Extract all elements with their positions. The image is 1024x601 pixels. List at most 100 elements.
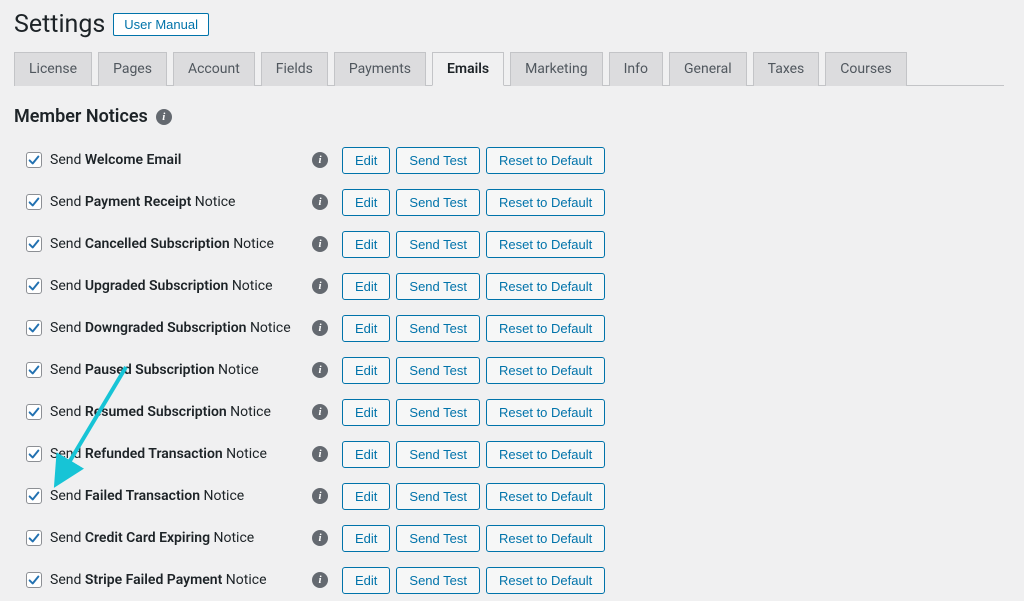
reset-button[interactable]: Reset to Default — [486, 147, 605, 174]
send-test-button[interactable]: Send Test — [396, 189, 480, 216]
notice-buttons: EditSend TestReset to Default — [342, 441, 605, 468]
notice-row: Send Failed Transaction Noticei EditSend … — [26, 475, 1004, 517]
edit-button[interactable]: Edit — [342, 231, 390, 258]
notice-row: Send Credit Card Expiring NoticeiEditSen… — [26, 517, 1004, 559]
edit-button[interactable]: Edit — [342, 525, 390, 552]
page-title: Settings — [14, 10, 105, 39]
tab-general[interactable]: General — [669, 52, 747, 86]
tab-emails[interactable]: Emails — [432, 52, 504, 86]
send-test-button[interactable]: Send Test — [396, 483, 480, 510]
tab-marketing[interactable]: Marketing — [510, 52, 603, 86]
tab-pages[interactable]: Pages — [98, 52, 167, 86]
reset-button[interactable]: Reset to Default — [486, 399, 605, 426]
send-test-button[interactable]: Send Test — [396, 231, 480, 258]
send-test-button[interactable]: Send Test — [396, 147, 480, 174]
notice-checkbox[interactable] — [26, 278, 42, 294]
info-icon[interactable]: i — [312, 530, 328, 546]
edit-button[interactable]: Edit — [342, 273, 390, 300]
tab-license[interactable]: License — [14, 52, 92, 86]
send-test-button[interactable]: Send Test — [396, 357, 480, 384]
info-icon[interactable]: i — [312, 488, 328, 504]
edit-button[interactable]: Edit — [342, 357, 390, 384]
notice-buttons: EditSend TestReset to Default — [342, 525, 605, 552]
notice-buttons: EditSend TestReset to Default — [342, 147, 605, 174]
notice-label: Send Resumed Subscription Notice — [50, 404, 312, 420]
notice-row: Send Welcome Emaili EditSend TestReset to… — [26, 139, 1004, 181]
notice-checkbox[interactable] — [26, 530, 42, 546]
tab-payments[interactable]: Payments — [334, 52, 426, 86]
reset-button[interactable]: Reset to Default — [486, 231, 605, 258]
send-test-button[interactable]: Send Test — [396, 567, 480, 594]
edit-button[interactable]: Edit — [342, 567, 390, 594]
edit-button[interactable]: Edit — [342, 441, 390, 468]
user-manual-button[interactable]: User Manual — [113, 13, 209, 36]
info-icon[interactable]: i — [312, 320, 328, 336]
reset-button[interactable]: Reset to Default — [486, 567, 605, 594]
tab-fields[interactable]: Fields — [261, 52, 328, 86]
notice-checkbox[interactable] — [26, 446, 42, 462]
notice-buttons: EditSend TestReset to Default — [342, 315, 605, 342]
settings-tabs: LicensePagesAccountFieldsPaymentsEmailsM… — [14, 51, 1004, 86]
notice-buttons: EditSend TestReset to Default — [342, 189, 605, 216]
notice-label: Send Refunded Transaction Notice — [50, 446, 312, 462]
send-test-button[interactable]: Send Test — [396, 273, 480, 300]
info-icon[interactable]: i — [312, 404, 328, 420]
edit-button[interactable]: Edit — [342, 147, 390, 174]
reset-button[interactable]: Reset to Default — [486, 273, 605, 300]
reset-button[interactable]: Reset to Default — [486, 357, 605, 384]
notice-row: Send Cancelled Subscription Noticei EditS… — [26, 223, 1004, 265]
send-test-button[interactable]: Send Test — [396, 315, 480, 342]
notice-buttons: EditSend TestReset to Default — [342, 483, 605, 510]
notice-checkbox[interactable] — [26, 404, 42, 420]
notice-checkbox[interactable] — [26, 236, 42, 252]
notice-row: Send Paused Subscription Noticei EditSend… — [26, 349, 1004, 391]
info-icon[interactable]: i — [312, 194, 328, 210]
send-test-button[interactable]: Send Test — [396, 525, 480, 552]
section-heading: Member Notices i — [14, 106, 1004, 127]
reset-button[interactable]: Reset to Default — [486, 441, 605, 468]
edit-button[interactable]: Edit — [342, 399, 390, 426]
notice-buttons: EditSend TestReset to Default — [342, 357, 605, 384]
notice-row: Send Payment Receipt Noticei EditSend Tes… — [26, 181, 1004, 223]
notice-row: Send Refunded Transaction Noticei EditSen… — [26, 433, 1004, 475]
notice-label: Send Welcome Email — [50, 152, 312, 168]
info-icon[interactable]: i — [312, 446, 328, 462]
info-icon[interactable]: i — [312, 236, 328, 252]
tab-info[interactable]: Info — [609, 52, 663, 86]
notice-label: Send Payment Receipt Notice — [50, 194, 312, 210]
reset-button[interactable]: Reset to Default — [486, 483, 605, 510]
reset-button[interactable]: Reset to Default — [486, 189, 605, 216]
info-icon[interactable]: i — [156, 109, 172, 125]
tab-courses[interactable]: Courses — [825, 52, 906, 86]
notice-checkbox[interactable] — [26, 572, 42, 588]
tab-taxes[interactable]: Taxes — [753, 52, 820, 86]
reset-button[interactable]: Reset to Default — [486, 525, 605, 552]
notice-row: Send Upgraded Subscription Noticei EditSe… — [26, 265, 1004, 307]
notice-list: Send Welcome EmailiEditSend TestReset to… — [26, 139, 1004, 601]
send-test-button[interactable]: Send Test — [396, 399, 480, 426]
info-icon[interactable]: i — [312, 278, 328, 294]
section-heading-text: Member Notices — [14, 106, 148, 127]
notice-label: Send Stripe Failed Payment Notice — [50, 572, 312, 588]
tab-account[interactable]: Account — [173, 52, 255, 86]
info-icon[interactable]: i — [312, 362, 328, 378]
notice-buttons: EditSend TestReset to Default — [342, 273, 605, 300]
notice-checkbox[interactable] — [26, 488, 42, 504]
edit-button[interactable]: Edit — [342, 483, 390, 510]
notice-checkbox[interactable] — [26, 362, 42, 378]
notice-label: Send Paused Subscription Notice — [50, 362, 312, 378]
notice-label: Send Downgraded Subscription Notice — [50, 320, 312, 336]
reset-button[interactable]: Reset to Default — [486, 315, 605, 342]
notice-label: Send Failed Transaction Notice — [50, 488, 312, 504]
notice-checkbox[interactable] — [26, 194, 42, 210]
send-test-button[interactable]: Send Test — [396, 441, 480, 468]
info-icon[interactable]: i — [312, 152, 328, 168]
info-icon[interactable]: i — [312, 572, 328, 588]
notice-label: Send Cancelled Subscription Notice — [50, 236, 312, 252]
notice-label: Send Upgraded Subscription Notice — [50, 278, 312, 294]
edit-button[interactable]: Edit — [342, 315, 390, 342]
notice-row: Send Resumed Subscription Noticei EditSen… — [26, 391, 1004, 433]
notice-checkbox[interactable] — [26, 320, 42, 336]
notice-checkbox[interactable] — [26, 152, 42, 168]
edit-button[interactable]: Edit — [342, 189, 390, 216]
